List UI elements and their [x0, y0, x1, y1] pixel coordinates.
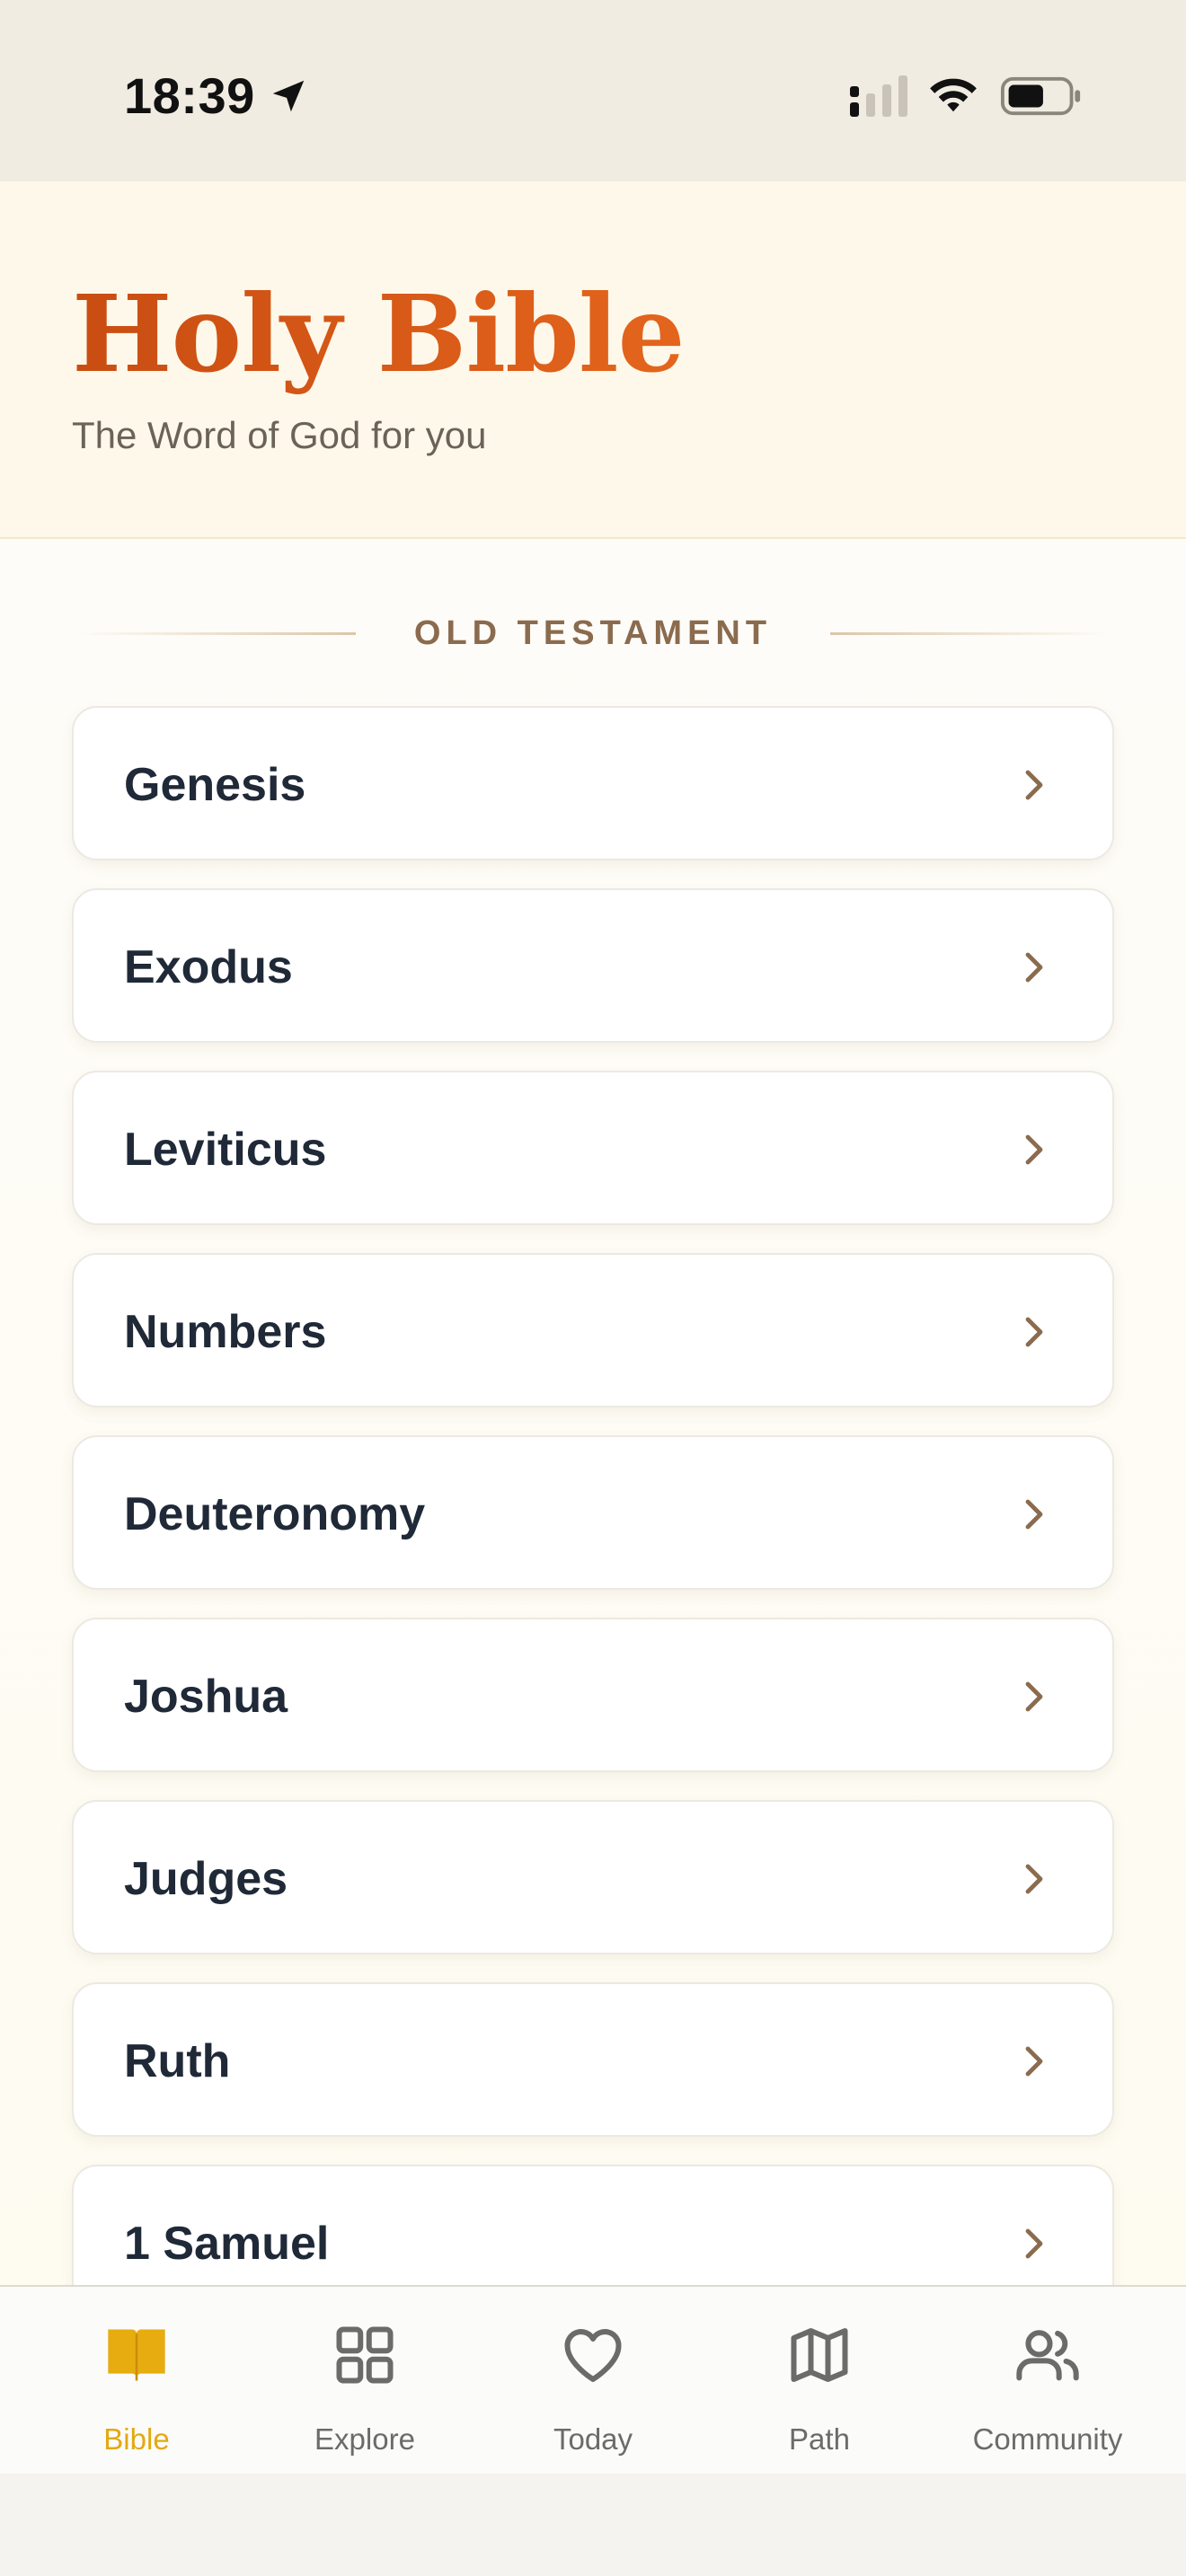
chevron-right-icon — [1025, 1134, 1043, 1165]
app-title: Holy Bible — [72, 271, 686, 396]
tab-path[interactable]: Path — [701, 2287, 938, 2475]
book-name: Numbers — [124, 1306, 327, 1358]
book-name: Deuteronomy — [124, 1488, 426, 1540]
section-heading: OLD TESTAMENT — [0, 611, 1186, 656]
book-list-area[interactable]: OLD TESTAMENT Genesis Exodus Leviticus N… — [0, 539, 1186, 2285]
app-subtitle: The Word of God for you — [72, 414, 487, 456]
chevron-right-icon — [1025, 2046, 1043, 2077]
book-item-judges[interactable]: Judges — [72, 1800, 1114, 1954]
book-icon — [108, 2329, 165, 2381]
app-header: Holy Bible The Word of God for you — [0, 181, 1186, 539]
book-item-deuteronomy[interactable]: Deuteronomy — [72, 1435, 1114, 1590]
tab-explore[interactable]: Explore — [246, 2287, 483, 2475]
book-list: Genesis Exodus Leviticus Numbers Deutero… — [72, 706, 1114, 2285]
book-name: Joshua — [124, 1671, 288, 1723]
chevron-right-icon — [1025, 2228, 1043, 2259]
cellular-signal-icon — [850, 75, 907, 117]
book-item-genesis[interactable]: Genesis — [72, 706, 1114, 860]
grid-icon — [336, 2326, 394, 2384]
tab-label: Bible — [103, 2422, 170, 2456]
chevron-right-icon — [1025, 770, 1043, 800]
chevron-right-icon — [1025, 1317, 1043, 1347]
heart-icon — [564, 2329, 622, 2382]
divider-line — [830, 632, 1109, 635]
chevron-right-icon — [1025, 952, 1043, 983]
bottom-tab-bar: Bible Explore Today Path Community — [0, 2285, 1186, 2475]
book-item-joshua[interactable]: Joshua — [72, 1618, 1114, 1772]
chevron-right-icon — [1025, 1864, 1043, 1894]
battery-icon — [1000, 76, 1081, 116]
tab-today[interactable]: Today — [474, 2287, 712, 2475]
users-icon — [1016, 2330, 1079, 2381]
book-name: Judges — [124, 1853, 288, 1905]
book-name: Leviticus — [124, 1124, 327, 1176]
location-arrow-icon — [272, 80, 305, 112]
book-item-leviticus[interactable]: Leviticus — [72, 1071, 1114, 1225]
tab-label: Community — [972, 2422, 1123, 2456]
chevron-right-icon — [1025, 1681, 1043, 1712]
chevron-right-icon — [1025, 1499, 1043, 1530]
tab-community[interactable]: Community — [929, 2287, 1166, 2475]
status-bar: 18:39 — [0, 0, 1186, 181]
book-item-numbers[interactable]: Numbers — [72, 1253, 1114, 1407]
map-icon — [791, 2328, 848, 2382]
tab-label: Explore — [314, 2422, 415, 2456]
tab-bible[interactable]: Bible — [18, 2287, 255, 2475]
tab-label: Path — [789, 2422, 850, 2456]
home-indicator-area — [0, 2474, 1186, 2576]
book-name: Exodus — [124, 941, 293, 993]
book-item-exodus[interactable]: Exodus — [72, 888, 1114, 1043]
book-name: 1 Samuel — [124, 2218, 330, 2270]
book-name: Genesis — [124, 759, 306, 811]
wifi-icon — [930, 78, 977, 112]
book-item-ruth[interactable]: Ruth — [72, 1982, 1114, 2137]
status-time: 18:39 — [124, 67, 255, 124]
tab-label: Today — [553, 2422, 633, 2456]
book-name: Ruth — [124, 2035, 231, 2087]
book-item-1-samuel[interactable]: 1 Samuel — [72, 2165, 1114, 2285]
